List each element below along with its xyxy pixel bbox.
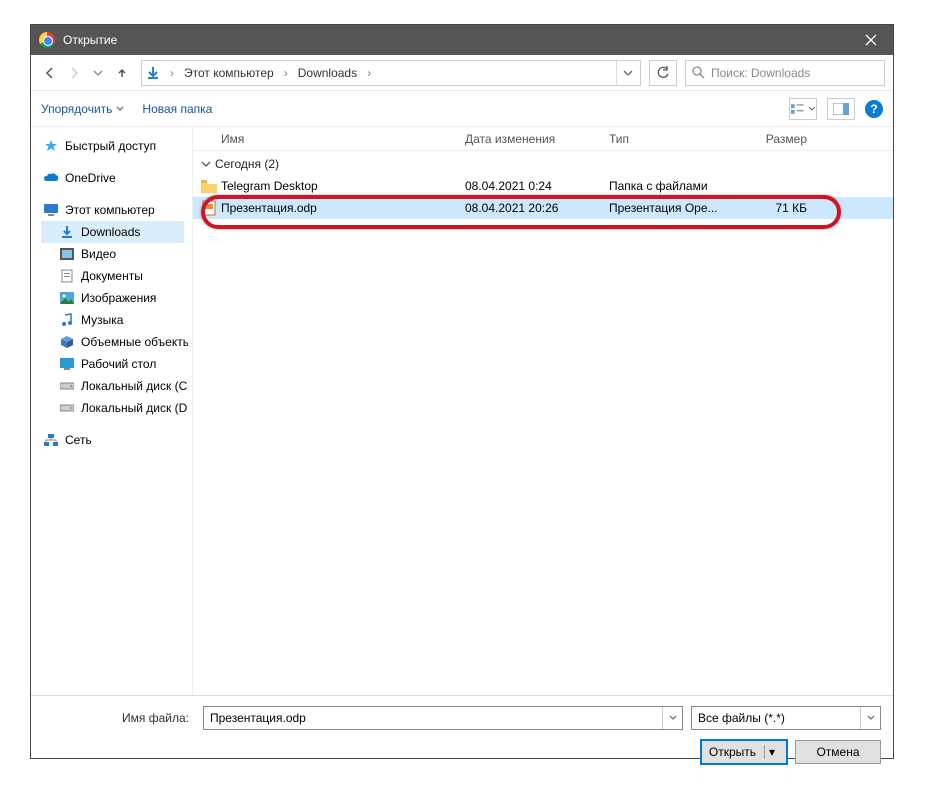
downloads-icon (59, 224, 75, 240)
dropdown-icon[interactable] (860, 707, 880, 729)
cancel-button[interactable]: Отмена (795, 740, 881, 764)
presentation-icon (201, 200, 217, 216)
breadcrumb[interactable]: › Этот компьютер › Downloads › (141, 60, 641, 86)
tree-music[interactable]: Музыка (41, 309, 188, 331)
file-row-folder[interactable]: Telegram Desktop 08.04.2021 0:24 Папка с… (193, 175, 893, 197)
tree-network[interactable]: Сеть (41, 429, 188, 451)
monitor-icon (43, 202, 59, 218)
drive-icon (59, 400, 75, 416)
chrome-icon (39, 32, 55, 48)
cube-icon (59, 334, 75, 350)
column-type[interactable]: Тип (609, 132, 729, 146)
file-open-dialog: Открытие › Этот компьютер › Downloads › (30, 24, 894, 759)
chevron-down-icon (201, 159, 211, 169)
close-button[interactable] (849, 25, 893, 55)
file-list: Имя Дата изменения Тип Размер Сегодня (2… (193, 127, 893, 695)
open-button[interactable]: Открыть ▾ (701, 740, 787, 764)
column-size[interactable]: Размер (729, 132, 807, 146)
tree-this-pc[interactable]: Этот компьютер (41, 199, 188, 221)
star-icon (43, 138, 59, 154)
chevron-right-icon[interactable]: › (280, 66, 292, 80)
help-button[interactable]: ? (865, 100, 883, 118)
filename-input[interactable]: Презентация.odp (203, 706, 683, 730)
address-history-button[interactable] (616, 61, 638, 85)
file-type-filter[interactable]: Все файлы (*.*) (691, 706, 881, 730)
crumb-downloads[interactable]: Downloads (292, 64, 363, 82)
new-folder-button[interactable]: Новая папка (142, 102, 212, 116)
column-date[interactable]: Дата изменения (465, 132, 609, 146)
downloads-icon (144, 64, 162, 82)
body: Быстрый доступ OneDrive Этот компьютер D… (31, 127, 893, 695)
document-icon (59, 268, 75, 284)
film-icon (59, 246, 75, 262)
tree-documents[interactable]: Документы (41, 265, 188, 287)
drive-icon (59, 378, 75, 394)
cloud-icon (43, 170, 59, 186)
view-options-button[interactable] (789, 98, 817, 120)
tree-desktop[interactable]: Рабочий стол (41, 353, 188, 375)
search-icon (692, 66, 705, 79)
chevron-right-icon[interactable]: › (166, 66, 178, 80)
up-button[interactable] (111, 62, 133, 84)
chevron-right-icon[interactable]: › (363, 66, 375, 80)
forward-button[interactable] (63, 62, 85, 84)
desktop-icon (59, 356, 75, 372)
dropdown-icon (116, 105, 124, 113)
tree-pictures[interactable]: Изображения (41, 287, 188, 309)
tree-local-disk-d[interactable]: Локальный диск (D:) (41, 397, 188, 419)
crumb-this-pc[interactable]: Этот компьютер (178, 64, 280, 82)
network-icon (43, 432, 59, 448)
preview-pane-button[interactable] (827, 98, 855, 120)
file-row-odp[interactable]: Презентация.odp 08.04.2021 20:26 Презент… (193, 197, 893, 219)
back-button[interactable] (39, 62, 61, 84)
nav-tree: Быстрый доступ OneDrive Этот компьютер D… (31, 127, 193, 695)
tree-3d-objects[interactable]: Объемные объекты (41, 331, 188, 353)
recent-locations-button[interactable] (87, 62, 109, 84)
column-header-row: Имя Дата изменения Тип Размер (193, 127, 893, 151)
filename-label: Имя файла: (43, 711, 195, 725)
titlebar: Открытие (31, 25, 893, 55)
refresh-button[interactable] (649, 60, 677, 86)
group-header[interactable]: Сегодня (2) (193, 151, 893, 175)
toolbar: Упорядочить Новая папка ? (31, 91, 893, 127)
column-name[interactable]: Имя (221, 132, 465, 146)
dropdown-icon[interactable] (662, 707, 682, 729)
organize-button[interactable]: Упорядочить (41, 102, 124, 116)
tree-onedrive[interactable]: OneDrive (41, 167, 188, 189)
tree-quick-access[interactable]: Быстрый доступ (41, 135, 188, 157)
tree-videos[interactable]: Видео (41, 243, 188, 265)
music-icon (59, 312, 75, 328)
search-placeholder: Поиск: Downloads (711, 66, 810, 80)
tree-downloads[interactable]: Downloads (41, 221, 184, 243)
open-split-dropdown[interactable]: ▾ (764, 745, 779, 759)
search-input[interactable]: Поиск: Downloads (685, 60, 885, 86)
image-icon (59, 290, 75, 306)
folder-icon (201, 178, 217, 194)
tree-local-disk-c[interactable]: Локальный диск (C:) (41, 375, 188, 397)
footer: Имя файла: Презентация.odp Все файлы (*.… (31, 695, 893, 774)
window-title: Открытие (63, 33, 117, 47)
address-bar: › Этот компьютер › Downloads › Поиск: Do… (31, 55, 893, 91)
